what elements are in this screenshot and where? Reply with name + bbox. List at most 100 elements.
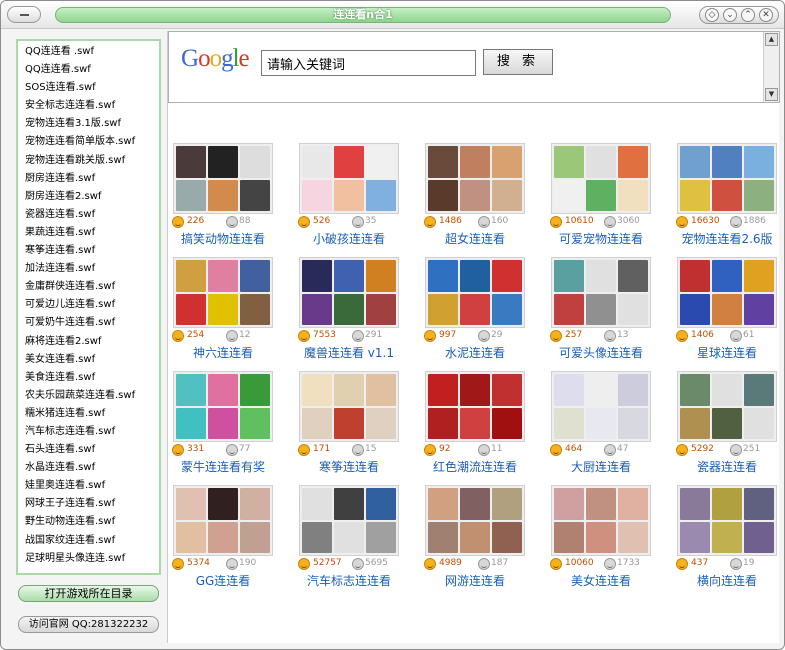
file-list-item[interactable]: 汽车标志连连看.swf	[18, 423, 159, 441]
file-list-item[interactable]: 石头连连看.swf	[18, 441, 159, 459]
game-thumbnail[interactable]	[173, 143, 273, 214]
game-title-link[interactable]: 美女连连看	[546, 572, 656, 589]
game-thumbnail[interactable]	[173, 257, 273, 328]
game-thumbnail[interactable]	[551, 257, 651, 328]
file-list-item[interactable]: 麻将连连看2.swf	[18, 333, 159, 351]
like-icon[interactable]	[172, 558, 184, 570]
game-thumbnail[interactable]	[299, 257, 399, 328]
dislike-icon[interactable]	[604, 330, 616, 342]
game-title-link[interactable]: 搞笑动物连连看	[168, 230, 278, 247]
file-list-item[interactable]: 野生动物连连看.swf	[18, 513, 159, 531]
like-icon[interactable]	[424, 444, 436, 456]
game-title-link[interactable]: 寒筝连连看	[294, 458, 404, 475]
dislike-icon[interactable]	[352, 444, 364, 456]
dislike-icon[interactable]	[226, 330, 238, 342]
game-thumbnail[interactable]	[677, 485, 777, 556]
game-title-link[interactable]: 可爱宠物连连看	[546, 230, 656, 247]
game-title-link[interactable]: 汽车标志连连看	[294, 572, 404, 589]
search-scrollbar[interactable]: ▲ ▼	[763, 32, 779, 102]
window-menu-button[interactable]	[7, 6, 41, 23]
game-title-link[interactable]: GG连连看	[168, 572, 278, 589]
dislike-icon[interactable]	[604, 558, 616, 570]
file-list-item[interactable]: 可爱边儿连连看.swf	[18, 296, 159, 314]
game-thumbnail[interactable]	[425, 485, 525, 556]
like-icon[interactable]	[172, 444, 184, 456]
dislike-icon[interactable]	[604, 444, 616, 456]
like-icon[interactable]	[424, 558, 436, 570]
dislike-icon[interactable]	[730, 558, 742, 570]
dislike-icon[interactable]	[352, 558, 364, 570]
game-thumbnail[interactable]	[425, 371, 525, 442]
game-thumbnail[interactable]	[299, 143, 399, 214]
file-list-item[interactable]: 水晶连连看.swf	[18, 459, 159, 477]
file-list-item[interactable]: 厨房连连看.swf	[18, 170, 159, 188]
like-icon[interactable]	[676, 444, 688, 456]
game-title-link[interactable]: 可爱头像连连看	[546, 344, 656, 361]
file-list-item[interactable]: 美女连连看.swf	[18, 351, 159, 369]
game-title-link[interactable]: 瓷器连连看	[672, 458, 782, 475]
dislike-icon[interactable]	[730, 216, 742, 228]
file-list-item[interactable]: 金庸群侠连连看.swf	[18, 278, 159, 296]
game-thumbnail[interactable]	[425, 143, 525, 214]
visit-website-button[interactable]: 访问官网 QQ:281322232	[18, 616, 159, 633]
like-icon[interactable]	[298, 444, 310, 456]
game-title-link[interactable]: 水泥连连看	[420, 344, 530, 361]
game-thumbnail[interactable]	[551, 485, 651, 556]
dislike-icon[interactable]	[352, 216, 364, 228]
like-icon[interactable]	[424, 216, 436, 228]
game-thumbnail[interactable]	[677, 371, 777, 442]
like-icon[interactable]	[424, 330, 436, 342]
game-title-link[interactable]: 宠物连连看2.6版	[672, 230, 782, 247]
file-list-item[interactable]: 宠物连连看简单版本.swf	[18, 133, 159, 151]
search-input[interactable]: 请输入关键词	[261, 50, 476, 76]
file-list-item[interactable]: 农夫乐园蔬菜连连看.swf	[18, 387, 159, 405]
dislike-icon[interactable]	[730, 444, 742, 456]
game-thumbnail[interactable]	[551, 143, 651, 214]
game-thumbnail[interactable]	[677, 257, 777, 328]
like-icon[interactable]	[298, 330, 310, 342]
game-thumbnail[interactable]	[677, 143, 777, 214]
game-thumbnail[interactable]	[299, 485, 399, 556]
restore-icon[interactable]: ◇	[705, 8, 719, 22]
game-title-link[interactable]: 横向连连看	[672, 572, 782, 589]
game-title-link[interactable]: 大厨连连看	[546, 458, 656, 475]
file-list-item[interactable]: 网球王子连连看.swf	[18, 495, 159, 513]
game-thumbnail[interactable]	[425, 257, 525, 328]
like-icon[interactable]	[172, 330, 184, 342]
file-list-item[interactable]: 战国家纹连连看.swf	[18, 532, 159, 550]
dislike-icon[interactable]	[352, 330, 364, 342]
dislike-icon[interactable]	[604, 216, 616, 228]
like-icon[interactable]	[298, 216, 310, 228]
file-list-item[interactable]: 安全标志连连看.swf	[18, 97, 159, 115]
game-title-link[interactable]: 神六连连看	[168, 344, 278, 361]
scroll-up-icon[interactable]: ▲	[765, 33, 778, 46]
open-directory-button[interactable]: 打开游戏所在目录	[18, 585, 159, 602]
file-list-item[interactable]: 宠物连连看3.1版.swf	[18, 115, 159, 133]
like-icon[interactable]	[298, 558, 310, 570]
game-title-link[interactable]: 蒙牛连连看有奖	[168, 458, 278, 475]
minimize-icon[interactable]: ⌄	[723, 8, 737, 22]
dislike-icon[interactable]	[478, 444, 490, 456]
dislike-icon[interactable]	[478, 558, 490, 570]
game-title-link[interactable]: 超女连连看	[420, 230, 530, 247]
like-icon[interactable]	[676, 558, 688, 570]
game-title-link[interactable]: 星球连连看	[672, 344, 782, 361]
file-list-item[interactable]: 厨房连连看2.swf	[18, 188, 159, 206]
close-icon[interactable]: ✕	[759, 8, 773, 22]
game-thumbnail[interactable]	[173, 485, 273, 556]
dislike-icon[interactable]	[478, 330, 490, 342]
game-title-link[interactable]: 小破孩连连看	[294, 230, 404, 247]
file-list-item[interactable]: 瓷器连连看.swf	[18, 206, 159, 224]
like-icon[interactable]	[172, 216, 184, 228]
like-icon[interactable]	[550, 444, 562, 456]
dislike-icon[interactable]	[226, 558, 238, 570]
dislike-icon[interactable]	[226, 216, 238, 228]
game-title-link[interactable]: 红色潮流连连看	[420, 458, 530, 475]
file-list-item[interactable]: 宠物连连看跳关版.swf	[18, 152, 159, 170]
file-list-item[interactable]: 加法连连看.swf	[18, 260, 159, 278]
game-thumbnail[interactable]	[551, 371, 651, 442]
file-list-item[interactable]: QQ连连看.swf	[18, 61, 159, 79]
file-list-item[interactable]: 可爱奶牛连连看.swf	[18, 314, 159, 332]
game-thumbnail[interactable]	[299, 371, 399, 442]
game-title-link[interactable]: 网游连连看	[420, 572, 530, 589]
